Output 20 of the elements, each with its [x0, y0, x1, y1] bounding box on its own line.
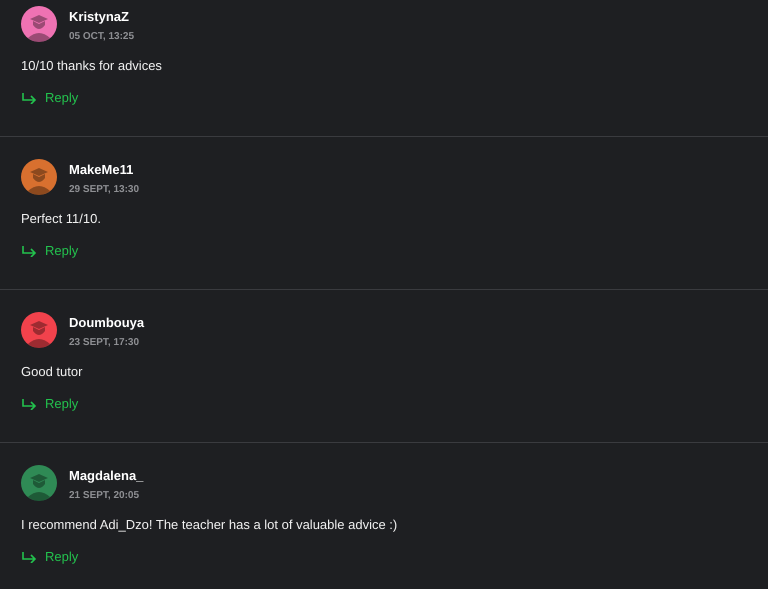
comment-date: 23 SEPT, 17:30	[69, 337, 140, 349]
author-name: MakeMe11	[69, 162, 134, 178]
comment-date: 21 SEPT, 20:05	[69, 490, 140, 502]
comment-text: Good tutor	[21, 364, 84, 380]
comment-date: 05 OCT, 13:25	[69, 31, 134, 43]
author-name: Magdalena_	[69, 468, 144, 484]
reply-button[interactable]: Reply	[21, 243, 78, 259]
comment-text: 10/10 thanks for advices	[21, 58, 163, 74]
reply-arrow-icon	[21, 245, 37, 257]
reply-arrow-icon	[21, 551, 37, 563]
comment-text: I recommend Adi_Dzo! The teacher has a lot of valuable advice :)	[21, 517, 398, 533]
comment-date: 29 SEPT, 13:30	[69, 184, 140, 196]
comment-text: Perfect 11/10.	[21, 211, 102, 227]
reply-button[interactable]: Reply	[21, 549, 78, 565]
reply-button[interactable]: Reply	[21, 396, 78, 412]
reply-arrow-icon	[21, 92, 37, 104]
reply-button[interactable]: Reply	[21, 90, 78, 106]
author-name: KristynaZ	[69, 9, 130, 25]
reply-arrow-icon	[21, 398, 37, 410]
author-name: Doumbouya	[69, 315, 144, 331]
